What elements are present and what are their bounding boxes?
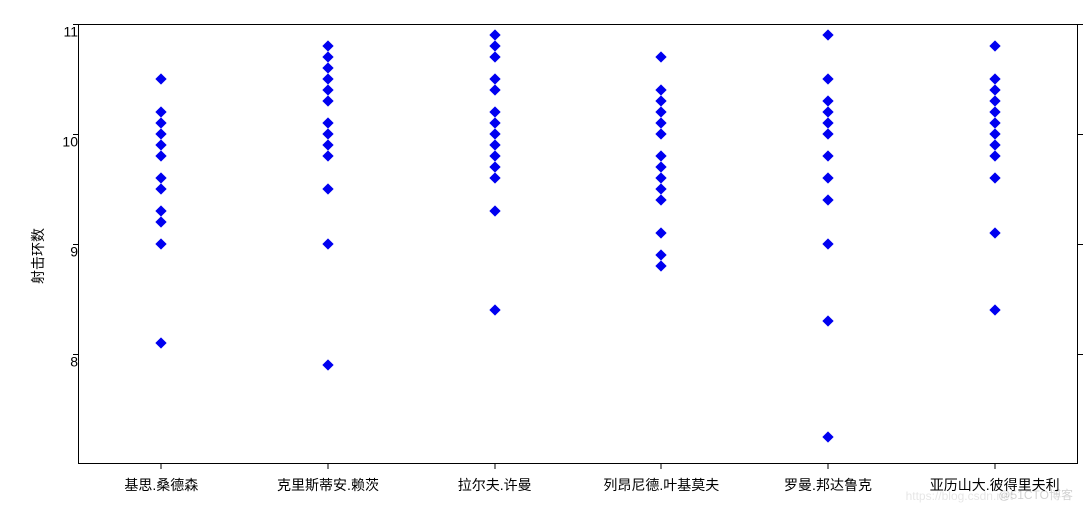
y-tick-label: 8: [38, 354, 78, 355]
x-tick-label: 拉尔夫.许曼: [458, 475, 532, 495]
x-tick-mark: [661, 464, 662, 469]
plot-area: [78, 24, 1078, 464]
y-tick-mark: [1078, 24, 1083, 25]
y-tick-mark: [73, 24, 78, 25]
x-tick-mark: [161, 464, 162, 469]
x-tick-mark: [994, 464, 995, 469]
x-tick-mark: [828, 464, 829, 469]
y-tick-mark: [73, 244, 78, 245]
y-tick-mark: [73, 354, 78, 355]
x-tick-label: 亚历山大.彼得里夫利: [930, 475, 1060, 495]
y-tick-label: 9: [38, 244, 78, 245]
y-tick-mark: [1078, 354, 1083, 355]
x-tick-label: 克里斯蒂安.赖茨: [277, 475, 379, 495]
y-tick-mark: [73, 134, 78, 135]
x-tick-label: 基思.桑德森: [124, 475, 198, 495]
y-tick-label: 11: [38, 24, 78, 25]
x-tick-label: 列昂尼德.叶基莫夫: [603, 475, 719, 495]
y-tick-mark: [1078, 134, 1083, 135]
y-tick-mark: [1078, 244, 1083, 245]
y-axis-label: 射击环数: [28, 228, 48, 284]
y-tick-label: 10: [38, 134, 78, 135]
x-tick-mark: [328, 464, 329, 469]
x-tick-label: 罗曼.邦达鲁克: [784, 475, 872, 495]
x-tick-mark: [494, 464, 495, 469]
